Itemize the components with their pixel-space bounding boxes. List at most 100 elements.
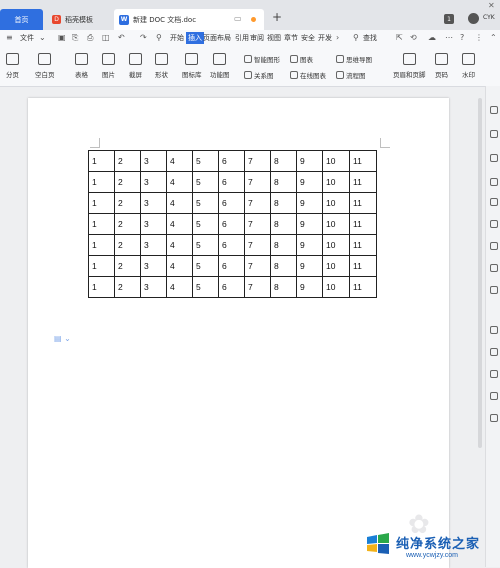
menu-start[interactable]: 开始 [170,33,184,43]
table-cell[interactable]: 3 [140,213,167,235]
table-cell[interactable]: 5 [192,171,219,193]
table-cell[interactable]: 1 [88,255,115,277]
style-icon[interactable] [490,178,498,186]
hamburger-icon[interactable]: ≡ [6,33,13,42]
menu-review[interactable]: 审阅 [250,33,264,43]
table-cell[interactable]: 11 [349,213,377,235]
table-cell[interactable]: 6 [218,150,245,172]
table-cell[interactable]: 3 [140,255,167,277]
table-cell[interactable]: 10 [322,192,350,214]
table-cell[interactable]: 5 [192,255,219,277]
tab-document[interactable]: W 新建 DOC 文档.doc ▭ [114,9,264,30]
undo-icon[interactable]: ↶ [118,33,125,42]
table-button[interactable]: 表格 [75,48,88,86]
table-cell[interactable]: 11 [349,234,377,256]
table-cell[interactable]: 9 [296,171,323,193]
table-cell[interactable]: 1 [88,192,115,214]
share-icon[interactable]: ⇱ [396,33,403,42]
table-cell[interactable]: 5 [192,276,219,298]
table-cell[interactable]: 4 [166,171,193,193]
menu-file[interactable]: 文件 [20,33,34,43]
table-cell[interactable]: 3 [140,150,167,172]
collapse-ribbon-icon[interactable]: ⌃ [490,33,497,42]
table-cell[interactable]: 1 [88,171,115,193]
table-cell[interactable]: 10 [322,234,350,256]
edit-icon[interactable] [490,106,498,114]
table-cell[interactable]: 4 [166,192,193,214]
table-cell[interactable]: 2 [114,234,141,256]
page-number-button[interactable]: 页码 [435,48,448,86]
table-cell[interactable]: 7 [244,276,271,298]
table-cell[interactable]: 11 [349,276,377,298]
table-cell[interactable]: 8 [270,234,297,256]
export-icon[interactable]: ⎘ [72,33,78,43]
table-cell[interactable]: 4 [166,276,193,298]
table-cell[interactable]: 3 [140,276,167,298]
format-icon[interactable] [490,326,498,334]
table-cell[interactable]: 8 [270,192,297,214]
save-icon[interactable]: ▣ [58,33,66,42]
table-cell[interactable]: 3 [140,234,167,256]
table-cell[interactable]: 7 [244,192,271,214]
shape-panel-icon[interactable] [490,154,498,162]
table-cell[interactable]: 10 [322,255,350,277]
table-cell[interactable]: 8 [270,255,297,277]
table-cell[interactable]: 8 [270,150,297,172]
share-panel-icon[interactable] [490,264,498,272]
menu-developer[interactable]: 开发 [318,33,332,43]
print-icon[interactable]: ⎙ [87,33,93,43]
chevron-down-icon[interactable]: ⌄ [39,33,46,42]
table-cell[interactable]: 9 [296,276,323,298]
vertical-scrollbar[interactable] [478,98,482,448]
table-cell[interactable]: 8 [270,213,297,235]
table-cell[interactable]: 3 [140,192,167,214]
app-more-icon[interactable]: ⋯ [445,33,453,42]
table-cell[interactable]: 2 [114,213,141,235]
search-label[interactable]: 查找 [363,33,377,43]
flowchart-button[interactable]: 流程图 [336,70,366,80]
smart-graphic-button[interactable]: 智能图形 [244,54,280,64]
table-cell[interactable]: 5 [192,192,219,214]
blank-page-button[interactable]: 空白页 [35,48,55,86]
table-cell[interactable]: 10 [322,213,350,235]
redo-icon[interactable]: ↷ [140,33,147,42]
close-window-icon[interactable]: ✕ [488,1,495,10]
watermark-button[interactable]: 水印 [462,48,475,86]
table-cell[interactable]: 10 [322,171,350,193]
window-count-badge[interactable]: 1 [444,14,454,24]
table-cell[interactable]: 10 [322,276,350,298]
picture-button[interactable]: 图片 [102,48,115,86]
chart-button[interactable]: 图表 [290,54,313,64]
table-cell[interactable]: 2 [114,255,141,277]
table-cell[interactable]: 4 [166,150,193,172]
table-cell[interactable]: 4 [166,213,193,235]
menu-security[interactable]: 安全 [301,33,315,43]
table-cell[interactable]: 5 [192,150,219,172]
table-cell[interactable]: 6 [218,213,245,235]
avatar[interactable] [468,13,479,24]
table-cell[interactable]: 10 [322,150,350,172]
table-cell[interactable]: 6 [218,234,245,256]
history-icon[interactable] [490,392,498,400]
table-cell[interactable]: 1 [88,234,115,256]
cloud-icon[interactable]: ☁ [428,33,436,42]
menu-insert[interactable]: 插入 [186,32,204,44]
document-page[interactable]: 1 2 3 4 5 6 7 8 9 10 11 1 2 3 4 5 6 7 8 9 10 11 1 2 3 4 5 6 7 8 9 10 11 1… [28,98,449,568]
menu-more-icon[interactable]: › [336,33,339,42]
table-cell[interactable]: 5 [192,234,219,256]
table-cell[interactable]: 11 [349,150,377,172]
layout-icon[interactable] [490,220,498,228]
new-tab-button[interactable]: + [272,10,282,24]
number-table[interactable]: 1 2 3 4 5 6 7 8 9 10 11 1 2 3 4 5 6 7 8 9 10 11 1 2 3 4 5 6 7 8 9 10 11 1… [88,150,377,298]
more-icon[interactable]: ⚲ [156,33,162,42]
mind-map-button[interactable]: 思维导图 [336,54,372,64]
gallery-icon[interactable] [490,242,498,250]
table-cell[interactable]: 1 [88,276,115,298]
menu-reference[interactable]: 引用 [235,33,249,43]
table-cell[interactable]: 8 [270,276,297,298]
table-cell[interactable]: 1 [88,150,115,172]
select-icon[interactable] [490,130,498,138]
shape-button[interactable]: 形状 [155,48,168,86]
table-cell[interactable]: 6 [218,192,245,214]
menu-section[interactable]: 章节 [284,33,298,43]
